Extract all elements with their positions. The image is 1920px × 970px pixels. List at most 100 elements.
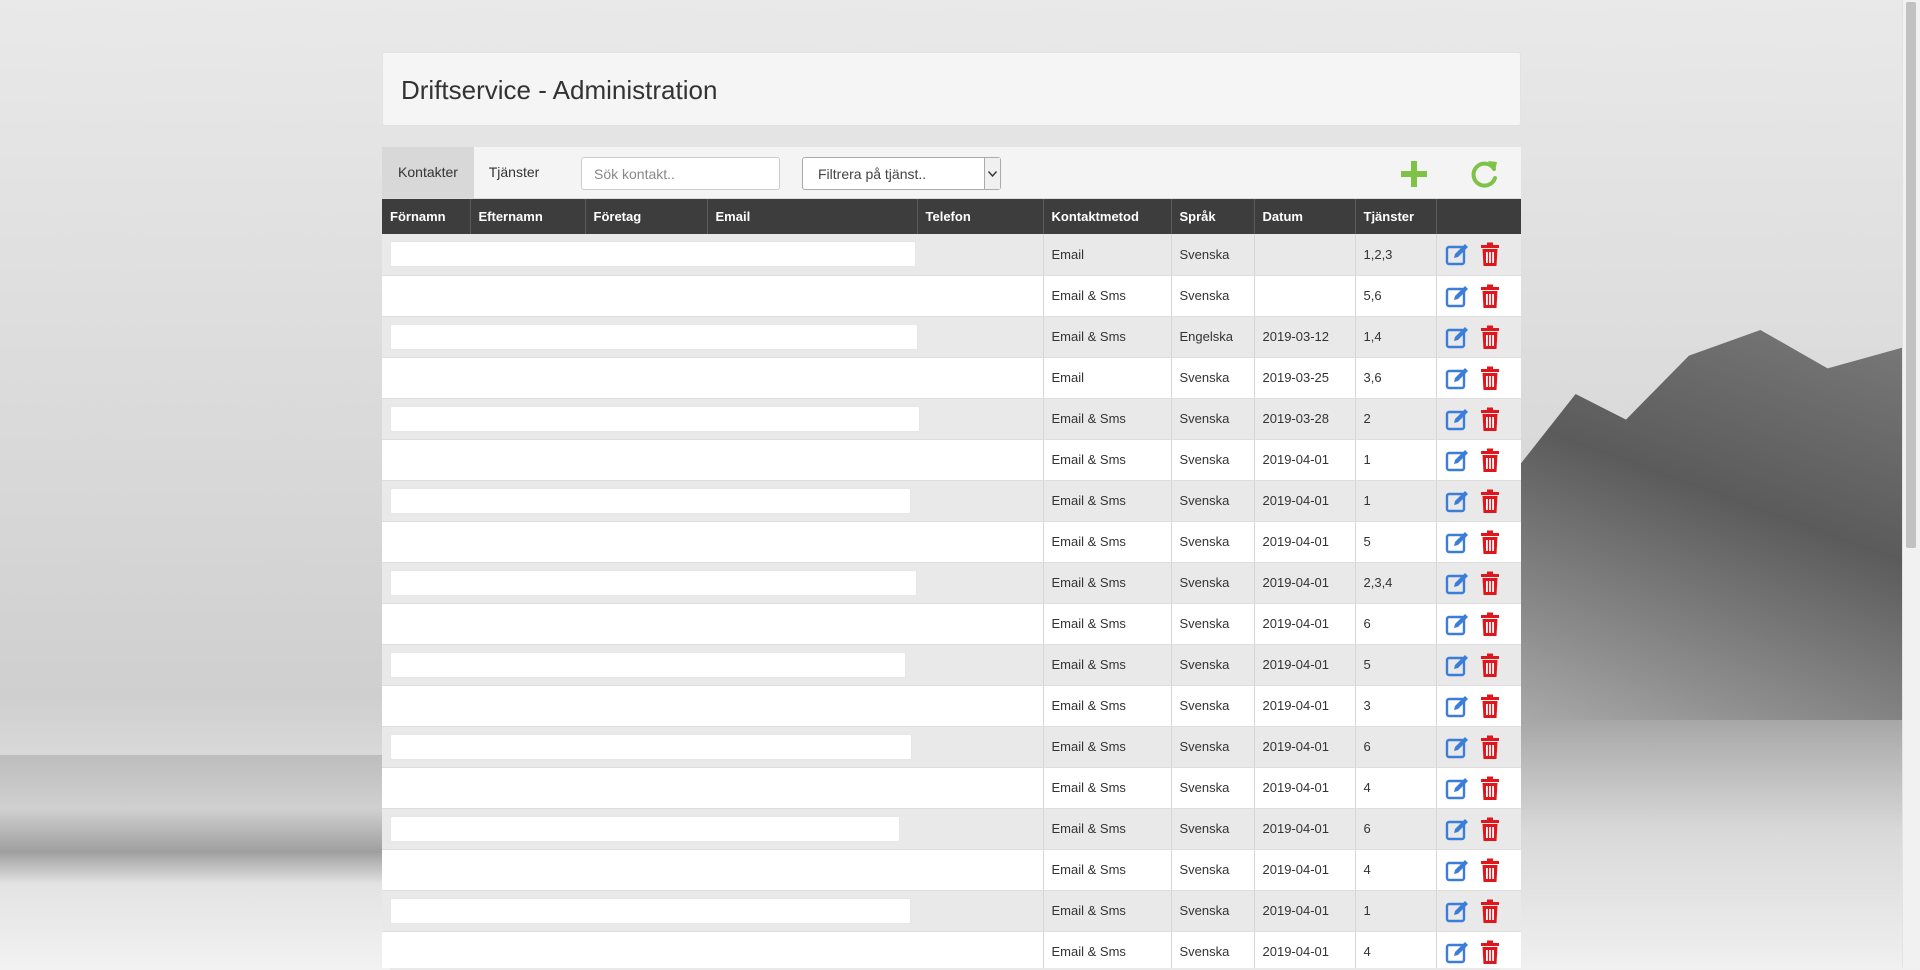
table-row[interactable]: Email & Sms Svenska 2019-04-01 3	[382, 685, 1521, 727]
table-row[interactable]: Email & Sms Svenska 2019-04-01 6	[382, 603, 1521, 645]
column-header-telefon[interactable]: Telefon	[916, 199, 1043, 234]
table-row[interactable]: Email & Sms Svenska 2019-04-01 5	[382, 521, 1521, 563]
cell-kontaktmetod: Email & Sms	[1042, 808, 1171, 850]
scrollbar-thumb[interactable]	[1906, 2, 1916, 548]
search-input[interactable]	[581, 157, 780, 190]
edit-button[interactable]	[1445, 447, 1471, 473]
cell-actions	[1435, 603, 1521, 645]
edit-button[interactable]	[1445, 488, 1471, 514]
column-header-fornamn[interactable]: Förnamn	[382, 199, 470, 234]
delete-button[interactable]	[1477, 898, 1503, 924]
edit-button[interactable]	[1445, 939, 1471, 965]
edit-button[interactable]	[1445, 898, 1471, 924]
edit-button[interactable]	[1445, 775, 1471, 801]
cell-kontaktmetod: Email & Sms	[1042, 562, 1171, 604]
table-header-row: Förnamn Efternamn Företag Email Telefon …	[382, 199, 1521, 234]
table-row[interactable]: Email & Sms Svenska 2019-04-01 6	[382, 808, 1521, 850]
delete-button[interactable]	[1477, 857, 1503, 883]
redacted-contact-details	[382, 275, 1043, 317]
table-row[interactable]: Email & Sms Svenska 2019-04-01 5	[382, 644, 1521, 686]
table-row[interactable]: Email & Sms Svenska 2019-04-01 2,3,4	[382, 562, 1521, 604]
delete-button[interactable]	[1477, 570, 1503, 596]
table-row[interactable]: Email Svenska 1,2,3	[382, 234, 1521, 276]
table-row[interactable]: Email & Sms Svenska 2019-04-01 1	[382, 480, 1521, 522]
cell-kontaktmetod: Email & Sms	[1042, 849, 1171, 891]
delete-button[interactable]	[1477, 283, 1503, 309]
table-row[interactable]: Email Svenska 2019-03-25 3,6	[382, 357, 1521, 399]
cell-actions	[1435, 562, 1521, 604]
column-header-actions	[1435, 199, 1521, 234]
edit-icon	[1445, 490, 1468, 512]
page-scrollbar[interactable]	[1902, 0, 1920, 968]
cell-datum: 2019-04-01	[1253, 521, 1355, 563]
cell-datum: 2019-04-01	[1253, 603, 1355, 645]
column-header-kontaktmetod[interactable]: Kontaktmetod	[1042, 199, 1171, 234]
cell-actions	[1435, 726, 1521, 768]
edit-icon	[1445, 531, 1468, 553]
edit-button[interactable]	[1445, 816, 1471, 842]
edit-button[interactable]	[1445, 283, 1471, 309]
edit-button[interactable]	[1445, 365, 1471, 391]
cell-sprak: Svenska	[1170, 357, 1254, 399]
toolbar: Kontakter Tjänster Filtrera på tjänst..	[382, 147, 1521, 199]
delete-button[interactable]	[1477, 734, 1503, 760]
delete-button[interactable]	[1477, 652, 1503, 678]
refresh-button[interactable]	[1469, 158, 1501, 190]
cell-tjanster: 5,6	[1354, 275, 1436, 317]
add-contact-button[interactable]	[1398, 158, 1430, 190]
table-row[interactable]: Email & Sms Svenska 2019-04-01 4	[382, 931, 1521, 968]
edit-button[interactable]	[1445, 734, 1471, 760]
table-row[interactable]: Email & Sms Svenska 2019-03-28 2	[382, 398, 1521, 440]
cell-kontaktmetod: Email & Sms	[1042, 767, 1171, 809]
edit-button[interactable]	[1445, 406, 1471, 432]
edit-button[interactable]	[1445, 652, 1471, 678]
delete-button[interactable]	[1477, 324, 1503, 350]
table-row[interactable]: Email & Sms Engelska 2019-03-12 1,4	[382, 316, 1521, 358]
table-row[interactable]: Email & Sms Svenska 2019-04-01 4	[382, 767, 1521, 809]
cell-sprak: Svenska	[1170, 890, 1254, 932]
service-filter-select[interactable]: Filtrera på tjänst..	[802, 157, 1001, 190]
tab-services[interactable]: Tjänster	[474, 147, 554, 198]
column-header-efternamn[interactable]: Efternamn	[469, 199, 585, 234]
table-row[interactable]: Email & Sms Svenska 2019-04-01 1	[382, 439, 1521, 481]
cell-datum	[1253, 275, 1355, 317]
table-row[interactable]: Email & Sms Svenska 2019-04-01 4	[382, 849, 1521, 891]
column-header-email[interactable]: Email	[706, 199, 917, 234]
edit-button[interactable]	[1445, 570, 1471, 596]
delete-button[interactable]	[1477, 488, 1503, 514]
delete-button[interactable]	[1477, 816, 1503, 842]
tab-contacts[interactable]: Kontakter	[382, 147, 474, 198]
edit-button[interactable]	[1445, 857, 1471, 883]
delete-button[interactable]	[1477, 939, 1503, 965]
delete-button[interactable]	[1477, 241, 1503, 267]
table-row[interactable]: Email & Sms Svenska 2019-04-01 6	[382, 726, 1521, 768]
table-row[interactable]: Email & Sms Svenska 2019-04-01 1	[382, 890, 1521, 932]
delete-button[interactable]	[1477, 365, 1503, 391]
cell-kontaktmetod: Email & Sms	[1042, 685, 1171, 727]
delete-button[interactable]	[1477, 447, 1503, 473]
trash-icon	[1480, 899, 1499, 923]
table-row[interactable]: Email & Sms Svenska 5,6	[382, 275, 1521, 317]
trash-icon	[1480, 612, 1499, 636]
edit-button[interactable]	[1445, 529, 1471, 555]
edit-button[interactable]	[1445, 611, 1471, 637]
edit-button[interactable]	[1445, 693, 1471, 719]
redaction-bar	[390, 405, 920, 432]
delete-button[interactable]	[1477, 529, 1503, 555]
column-header-foretag[interactable]: Företag	[584, 199, 707, 234]
redaction-bar	[390, 241, 916, 268]
column-header-datum[interactable]: Datum	[1253, 199, 1355, 234]
redacted-contact-details	[382, 685, 1043, 727]
delete-button[interactable]	[1477, 693, 1503, 719]
column-header-sprak[interactable]: Språk	[1170, 199, 1254, 234]
column-header-tjanster[interactable]: Tjänster	[1354, 199, 1436, 234]
edit-button[interactable]	[1445, 324, 1471, 350]
cell-actions	[1435, 644, 1521, 686]
delete-button[interactable]	[1477, 611, 1503, 637]
edit-button[interactable]	[1445, 241, 1471, 267]
delete-button[interactable]	[1477, 775, 1503, 801]
cell-kontaktmetod: Email & Sms	[1042, 931, 1171, 968]
edit-icon	[1445, 695, 1468, 717]
cell-actions	[1435, 931, 1521, 968]
delete-button[interactable]	[1477, 406, 1503, 432]
